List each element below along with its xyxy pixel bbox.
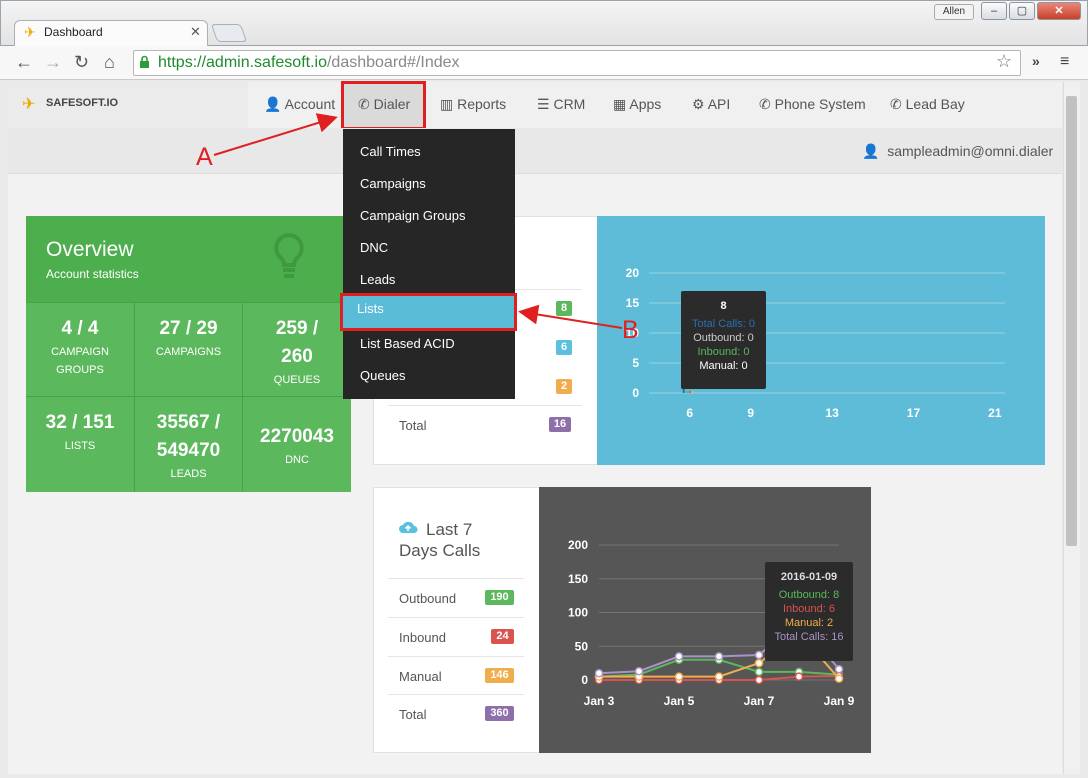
arrow-a: [213, 113, 338, 156]
annotation-label-a: A: [196, 143, 213, 171]
annotation-arrows: [213, 113, 623, 329]
annotation-label-b: B: [622, 316, 639, 344]
arrow-b: [518, 304, 623, 329]
